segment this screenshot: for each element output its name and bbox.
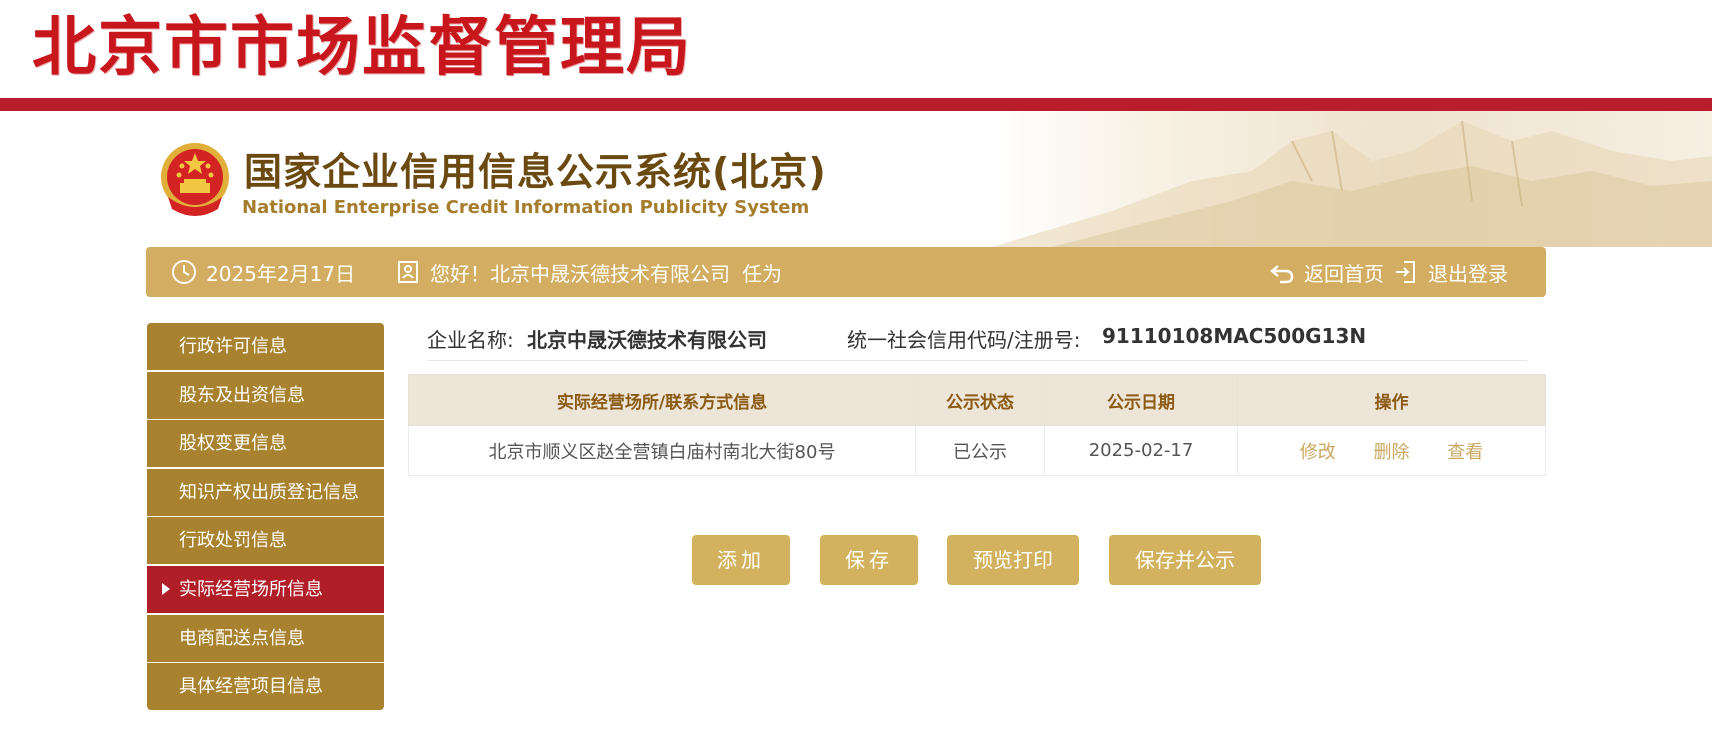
view-link[interactable]: 查看: [1447, 442, 1483, 463]
bureau-red-bar: [0, 98, 1712, 111]
sidebar-item-business-items[interactable]: 具体经营项目信息: [147, 663, 384, 711]
company-name-label: 企业名称:: [427, 328, 514, 352]
info-bar: 2025年2月17日 您好！北京中晟沃德技术有限公司 任为 返回首页 退出登录: [146, 247, 1546, 297]
sidebar-item-label: 股东及出资信息: [179, 384, 305, 406]
cell-status: 已公示: [915, 425, 1045, 476]
column-header-address: 实际经营场所/联系方式信息: [408, 374, 916, 426]
column-header-status: 公示状态: [915, 374, 1045, 426]
mountain-background: [992, 111, 1712, 247]
divider: [427, 360, 1527, 361]
bureau-title: 北京市市场监督管理局: [32, 11, 692, 85]
logout-label: 退出登录: [1428, 261, 1508, 286]
sidebar-item-label: 行政处罚信息: [179, 530, 287, 552]
save-button[interactable]: 保存: [820, 535, 918, 585]
sidebar-item-label: 股权变更信息: [179, 433, 287, 455]
premises-table: 实际经营场所/联系方式信息 公示状态 公示日期 操作 北京市顺义区赵全营镇白庙村…: [408, 374, 1546, 476]
cell-address: 北京市顺义区赵全营镇白庙村南北大街80号: [408, 425, 916, 476]
home-button[interactable]: 返回首页: [1268, 247, 1384, 297]
user-role: 任为: [742, 261, 782, 286]
system-title: 国家企业信用信息公示系统(北京): [244, 150, 827, 194]
credit-code: 91110108MAC500G13N: [1102, 324, 1367, 348]
current-date: 2025年2月17日: [170, 247, 355, 297]
edit-link[interactable]: 修改: [1300, 442, 1336, 463]
sidebar-item-admin-penalty[interactable]: 行政处罚信息: [147, 517, 384, 565]
user-greeting: 您好！北京中晟沃德技术有限公司 任为: [394, 247, 782, 297]
save-and-publish-button[interactable]: 保存并公示: [1109, 535, 1261, 585]
system-header: 国家企业信用信息公示系统(北京) National Enterprise Cre…: [0, 111, 1712, 247]
logout-button[interactable]: 退出登录: [1392, 247, 1508, 297]
sidebar-item-label: 实际经营场所信息: [179, 578, 323, 600]
sidebar-item-business-premises[interactable]: 实际经营场所信息: [147, 565, 384, 613]
active-arrow-icon: [162, 582, 170, 595]
return-arrow-icon: [1268, 258, 1296, 286]
sidebar-item-ecommerce-delivery[interactable]: 电商配送点信息: [147, 614, 384, 662]
greeting-text: 您好！北京中晟沃德技术有限公司: [430, 261, 730, 286]
table-row: 北京市顺义区赵全营镇白庙村南北大街80号 已公示 2025-02-17 修改 删…: [408, 425, 1546, 476]
sidebar-item-ip-pledge[interactable]: 知识产权出质登记信息: [147, 468, 384, 516]
sidebar-item-equity-change[interactable]: 股权变更信息: [147, 420, 384, 468]
sidebar-item-label: 知识产权出质登记信息: [179, 481, 359, 503]
home-label: 返回首页: [1304, 261, 1384, 286]
bureau-banner: 北京市市场监督管理局: [0, 0, 1712, 98]
cell-operations: 修改 删除 查看: [1237, 425, 1546, 476]
cell-date: 2025-02-17: [1044, 425, 1238, 476]
sidebar-item-admin-license[interactable]: 行政许可信息: [147, 323, 384, 370]
table-header-row: 实际经营场所/联系方式信息 公示状态 公示日期 操作: [408, 374, 1546, 426]
delete-link[interactable]: 删除: [1374, 442, 1410, 463]
logout-icon: [1392, 258, 1420, 286]
user-card-icon: [394, 258, 422, 286]
sidebar-item-label: 具体经营项目信息: [179, 676, 323, 698]
clock-icon: [170, 258, 198, 286]
sidebar-item-shareholders[interactable]: 股东及出资信息: [147, 371, 384, 419]
sidebar-item-label: 行政许可信息: [179, 336, 287, 357]
sidebar-item-label: 电商配送点信息: [179, 627, 305, 649]
preview-print-button[interactable]: 预览打印: [947, 535, 1079, 585]
date-text: 2025年2月17日: [206, 261, 356, 286]
company-name: 北京中晟沃德技术有限公司: [527, 328, 767, 352]
column-header-operation: 操作: [1237, 374, 1546, 426]
system-subtitle: National Enterprise Credit Information P…: [242, 197, 810, 218]
sidebar-menu: 行政许可信息 股东及出资信息 股权变更信息 知识产权出质登记信息 行政处罚信息 …: [147, 323, 384, 712]
column-header-date: 公示日期: [1044, 374, 1238, 426]
add-button[interactable]: 添加: [692, 535, 790, 585]
company-info: 企业名称: 北京中晟沃德技术有限公司 统一社会信用代码/注册号: 9111010…: [427, 318, 1527, 360]
national-emblem-icon: [158, 139, 232, 223]
credit-code-label: 统一社会信用代码/注册号:: [847, 328, 1081, 352]
